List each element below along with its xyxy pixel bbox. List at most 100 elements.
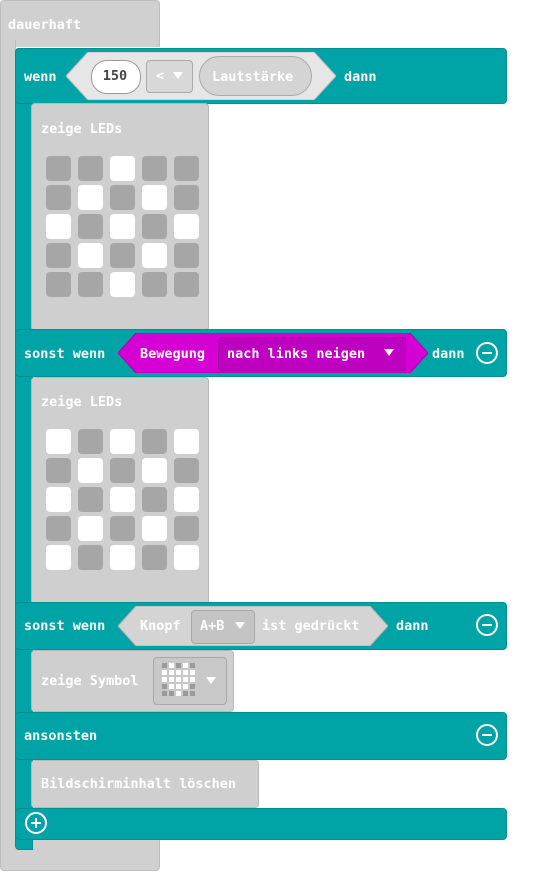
led-cell[interactable] (110, 429, 135, 454)
heart-icon-pixel (169, 663, 174, 668)
led-cell[interactable] (78, 487, 103, 512)
led-grid[interactable] (46, 156, 206, 316)
led-cell[interactable] (78, 458, 103, 483)
led-cell[interactable] (142, 545, 167, 570)
led-cell[interactable] (174, 185, 199, 210)
heart-icon-pixel (162, 663, 167, 668)
show-icon-label: zeige Symbol (41, 673, 139, 689)
led-cell[interactable] (142, 243, 167, 268)
led-cell[interactable] (142, 487, 167, 512)
led-cell[interactable] (46, 214, 71, 239)
forever-label: dauerhaft (8, 17, 82, 33)
led-cell[interactable] (46, 156, 71, 181)
heart-icon-pixel (162, 684, 167, 689)
led-cell[interactable] (78, 185, 103, 210)
pressed-label: ist gedrückt (262, 618, 360, 634)
led-cell[interactable] (142, 156, 167, 181)
led-cell[interactable] (78, 156, 103, 181)
led-cell[interactable] (78, 243, 103, 268)
heart-icon-pixel (183, 670, 188, 675)
led-cell[interactable] (110, 185, 135, 210)
led-cell[interactable] (174, 487, 199, 512)
heart-icon-pixel (190, 677, 195, 682)
led-cell[interactable] (46, 458, 71, 483)
led-cell[interactable] (110, 458, 135, 483)
show-leds-label: zeige LEDs (41, 121, 123, 137)
led-cell[interactable] (78, 272, 103, 297)
led-cell[interactable] (78, 429, 103, 454)
led-cell[interactable] (78, 545, 103, 570)
led-cell[interactable] (174, 243, 199, 268)
led-cell[interactable] (142, 458, 167, 483)
heart-icon-pixel (183, 684, 188, 689)
clear-screen-label: Bildschirminhalt löschen (41, 776, 237, 792)
heart-icon-pixel (176, 684, 181, 689)
show-leds-label: zeige LEDs (41, 394, 123, 410)
if-then-label: dann (344, 69, 377, 85)
heart-icon-pixel (190, 691, 195, 696)
led-cell[interactable] (174, 214, 199, 239)
heart-icon (162, 663, 197, 698)
led-cell[interactable] (46, 272, 71, 297)
led-cell[interactable] (174, 545, 199, 570)
elseif-label: sonst wenn (24, 618, 106, 634)
heart-icon-pixel (183, 677, 188, 682)
remove-branch-icon[interactable] (476, 724, 498, 746)
button-option-text: A+B (200, 618, 225, 634)
forever-block-spine (0, 40, 16, 840)
led-cell[interactable] (174, 272, 199, 297)
chevron-down-icon (384, 349, 394, 356)
led-cell[interactable] (110, 272, 135, 297)
led-cell[interactable] (46, 545, 71, 570)
heart-icon-pixel (169, 670, 174, 675)
heart-icon-pixel (190, 684, 195, 689)
remove-branch-icon[interactable] (476, 342, 498, 364)
if-footer (15, 808, 507, 840)
led-cell[interactable] (110, 516, 135, 541)
led-cell[interactable] (78, 516, 103, 541)
heart-icon-pixel (176, 677, 181, 682)
led-cell[interactable] (142, 185, 167, 210)
operator-dropdown[interactable] (146, 60, 193, 93)
led-cell[interactable] (174, 156, 199, 181)
led-cell[interactable] (46, 487, 71, 512)
led-cell[interactable] (142, 429, 167, 454)
led-cell[interactable] (110, 156, 135, 181)
led-cell[interactable] (174, 429, 199, 454)
else-label: ansonsten (24, 728, 98, 744)
led-cell[interactable] (142, 516, 167, 541)
led-cell[interactable] (46, 185, 71, 210)
heart-icon-pixel (162, 677, 167, 682)
led-cell[interactable] (110, 243, 135, 268)
led-cell[interactable] (110, 545, 135, 570)
led-cell[interactable] (110, 214, 135, 239)
led-cell[interactable] (174, 516, 199, 541)
elseif-then-label: dann (396, 618, 429, 634)
elseif-then-label: dann (432, 346, 465, 362)
heart-icon-pixel (176, 663, 181, 668)
led-cell[interactable] (110, 487, 135, 512)
led-grid[interactable] (46, 429, 206, 589)
if-keyword: wenn (24, 69, 57, 85)
led-cell[interactable] (174, 458, 199, 483)
chevron-down-icon (173, 72, 183, 79)
chevron-down-icon (235, 622, 245, 629)
led-cell[interactable] (142, 214, 167, 239)
chevron-down-icon (206, 677, 216, 684)
heart-icon-pixel (169, 677, 174, 682)
led-cell[interactable] (46, 429, 71, 454)
heart-icon-pixel (162, 691, 167, 696)
led-cell[interactable] (46, 243, 71, 268)
heart-icon-pixel (176, 691, 181, 696)
heart-icon-pixel (162, 670, 167, 675)
heart-icon-pixel (190, 670, 195, 675)
gesture-label: Bewegung (140, 346, 206, 362)
heart-icon-pixel (190, 663, 195, 668)
remove-branch-icon[interactable] (476, 614, 498, 636)
sound-level-label: Lautstärke (212, 69, 294, 85)
led-cell[interactable] (142, 272, 167, 297)
led-cell[interactable] (46, 516, 71, 541)
button-prefix-label: Knopf (140, 618, 181, 634)
add-branch-icon[interactable] (25, 812, 47, 834)
led-cell[interactable] (78, 214, 103, 239)
